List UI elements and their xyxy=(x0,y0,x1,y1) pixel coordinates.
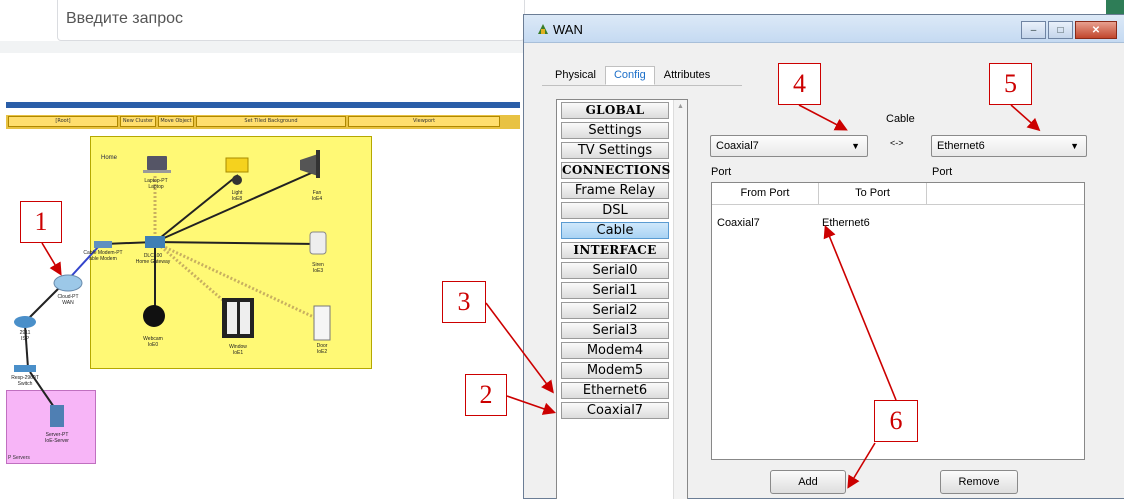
sidebar-item-serial3[interactable]: Serial3 xyxy=(561,322,669,339)
annotation-1: 1 xyxy=(20,201,62,243)
annotation-3: 3 xyxy=(442,281,486,323)
workspace-toolbar: [Root] New Cluster Move Object Set Tiled… xyxy=(6,115,520,129)
dialog-titlebar[interactable]: WAN – □ ✕ xyxy=(524,15,1124,43)
sidebar-item-modem4[interactable]: Modem4 xyxy=(561,342,669,359)
device-label-siren: Siren IoE3 xyxy=(312,262,324,274)
device-label-router: 2911 ISP xyxy=(19,330,31,342)
column-to-port[interactable]: To Port xyxy=(819,183,927,205)
sidebar-item-settings[interactable]: Settings xyxy=(561,122,669,139)
sidebar-item-frame-relay[interactable]: Frame Relay xyxy=(561,182,669,199)
row-from-port: Coaxial7 xyxy=(717,217,760,229)
device-label-webcam: Webcam IoE0 xyxy=(143,336,163,348)
cable-label: Cable xyxy=(886,113,915,125)
tab-physical[interactable]: Physical xyxy=(546,66,605,85)
sidebar-item-serial1[interactable]: Serial1 xyxy=(561,282,669,299)
column-from-port[interactable]: From Port xyxy=(712,183,819,205)
remove-button[interactable]: Remove xyxy=(940,470,1018,494)
toolbar-tiled-bg-button[interactable]: Set Tiled Background xyxy=(196,116,346,127)
search-bar[interactable]: Введите запрос xyxy=(57,0,525,41)
sidebar-header-global: GLOBAL xyxy=(561,102,669,119)
tab-bar: Physical Config Attributes xyxy=(546,66,719,85)
add-button[interactable]: Add xyxy=(770,470,846,494)
toolbar-move-object-button[interactable]: Move Object xyxy=(158,116,194,127)
sidebar-item-cable[interactable]: Cable xyxy=(561,222,669,239)
toolbar-viewport-button[interactable]: Viewport xyxy=(348,116,500,127)
annotation-6: 6 xyxy=(874,400,918,442)
device-label-fan: Fan IoE4 xyxy=(311,190,323,202)
device-label-laptop: Laptop-PT Laptop xyxy=(144,178,168,190)
annotation-2: 2 xyxy=(465,374,507,416)
toolbar-root-button[interactable]: [Root] xyxy=(8,116,118,127)
table-header: From Port To Port xyxy=(712,183,1084,205)
device-label-server: Server-PT IoE-Server xyxy=(45,432,69,444)
device-label-switch: Resp-2960T Switch xyxy=(11,375,39,387)
device-label-door: Door IoE2 xyxy=(316,343,328,355)
dialog-title: WAN xyxy=(553,22,583,37)
maximize-button[interactable]: □ xyxy=(1048,21,1073,39)
sidebar-item-dsl[interactable]: DSL xyxy=(561,202,669,219)
cluster-title: Home xyxy=(101,155,118,161)
servers-label: P Servers xyxy=(8,455,30,461)
to-port-value: Ethernet6 xyxy=(937,140,985,152)
device-label-light: Light IoE8 xyxy=(231,190,243,202)
tab-divider xyxy=(542,85,742,86)
minimize-button[interactable]: – xyxy=(1021,21,1046,39)
to-port-select[interactable]: Ethernet6 ▼ xyxy=(931,135,1087,157)
bidirectional-label: <-> xyxy=(890,138,904,148)
device-label-cable-modem: Cable Modem-PT able Modem xyxy=(83,250,123,262)
from-port-value: Coaxial7 xyxy=(716,140,759,152)
device-label-window: Window IoE1 xyxy=(229,344,247,356)
tab-config[interactable]: Config xyxy=(604,66,655,85)
annotation-4: 4 xyxy=(778,63,821,105)
sidebar-item-tv-settings[interactable]: TV Settings xyxy=(561,142,669,159)
row-to-port: Ethernet6 xyxy=(822,217,870,229)
wan-dialog: WAN – □ ✕ Physical Config Attributes GLO… xyxy=(523,14,1124,499)
from-port-label: Port xyxy=(711,166,732,178)
chevron-down-icon: ▼ xyxy=(1070,141,1079,151)
from-port-select[interactable]: Coaxial7 ▼ xyxy=(710,135,868,157)
sidebar-header-interface: INTERFACE xyxy=(561,242,669,259)
sidebar-item-serial0[interactable]: Serial0 xyxy=(561,262,669,279)
search-placeholder: Введите запрос xyxy=(66,10,183,27)
sidebar-item-serial2[interactable]: Serial2 xyxy=(561,302,669,319)
annotation-5: 5 xyxy=(989,63,1032,105)
close-button[interactable]: ✕ xyxy=(1075,21,1117,39)
device-label-cloud: Cloud-PT WAN xyxy=(57,294,79,306)
sidebar-header-connections: CONNECTIONS xyxy=(561,162,671,179)
scroll-up-icon[interactable]: ▲ xyxy=(677,103,684,110)
sidebar-item-ethernet6[interactable]: Ethernet6 xyxy=(561,382,669,399)
device-label-gateway: DLC100 Home Gateway xyxy=(135,253,171,265)
sidebar-item-coaxial7[interactable]: Coaxial7 xyxy=(561,402,669,419)
config-sidebar: GLOBAL Settings TV Settings CONNECTIONS … xyxy=(556,99,688,499)
tab-attributes[interactable]: Attributes xyxy=(655,66,719,85)
toolbar-new-cluster-button[interactable]: New Cluster xyxy=(120,116,156,127)
workspace-titlebar xyxy=(6,102,520,108)
sidebar-item-modem5[interactable]: Modem5 xyxy=(561,362,669,379)
app-icon xyxy=(538,24,548,34)
chevron-down-icon: ▼ xyxy=(851,141,860,151)
sidebar-scrollbar[interactable]: ▲ xyxy=(673,100,687,499)
servers-cluster[interactable]: P Servers xyxy=(6,390,96,464)
to-port-label: Port xyxy=(932,166,953,178)
